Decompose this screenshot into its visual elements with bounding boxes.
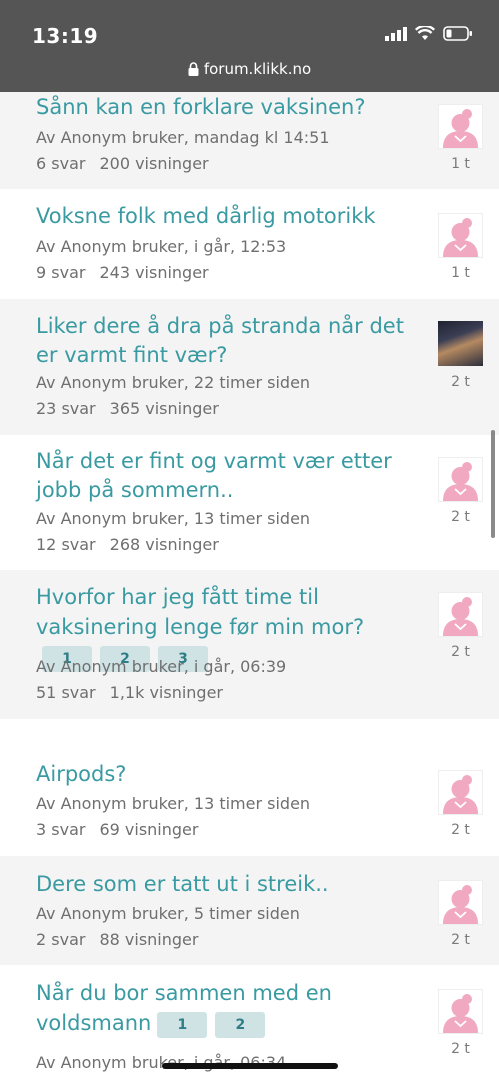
thread-stats: 23 svar 365 visninger xyxy=(36,399,219,418)
thread-item[interactable]: Hvorfor har jeg fått time til vaksinerin… xyxy=(0,570,499,719)
reply-count: 3 svar xyxy=(36,820,86,839)
default-user-avatar-icon xyxy=(438,457,483,502)
last-activity-age: 2 t xyxy=(451,822,470,838)
url-bar[interactable]: forum.klikk.no xyxy=(0,60,499,78)
home-indicator[interactable] xyxy=(162,1063,338,1069)
thread-item[interactable]: Airpods? Av Anonym bruker, 13 timer side… xyxy=(0,719,499,856)
last-activity-age: 2 t xyxy=(451,932,470,948)
page-link[interactable]: 2 xyxy=(215,1012,266,1038)
reply-count: 6 svar xyxy=(36,154,86,173)
reply-count: 23 svar xyxy=(36,399,96,418)
thread-author-meta: Av Anonym bruker, i går, 06:39 xyxy=(36,657,287,676)
last-activity-age: 2 t xyxy=(451,509,470,525)
default-user-avatar-icon xyxy=(438,770,483,815)
default-user-avatar-icon xyxy=(438,104,483,149)
url-text: forum.klikk.no xyxy=(203,60,312,78)
battery-icon xyxy=(443,26,472,41)
thread-item[interactable]: Når det er fint og varmt vær etter jobb … xyxy=(0,435,499,570)
thread-title[interactable]: Når du bor sammen med en voldsmann 1 2 xyxy=(36,978,356,1038)
thread-title-text: Hvorfor har jeg fått time til vaksinerin… xyxy=(36,585,365,639)
thread-author-meta: Av Anonym bruker, 5 timer siden xyxy=(36,904,300,923)
thread-title[interactable]: Liker dere å dra på stranda når det er v… xyxy=(36,312,428,370)
thread-title[interactable]: Airpods? xyxy=(36,760,428,789)
thread-author-meta: Av Anonym bruker, mandag kl 14:51 xyxy=(36,128,330,147)
view-count: 1,1k visninger xyxy=(109,683,223,702)
view-count: 365 visninger xyxy=(109,399,219,418)
lock-icon xyxy=(188,62,199,76)
thread-stats: 3 svar 69 visninger xyxy=(36,820,198,839)
thread-author-meta: Av Anonym bruker, 13 timer siden xyxy=(36,509,311,528)
last-activity-age: 2 t xyxy=(451,374,470,390)
default-user-avatar-icon xyxy=(438,213,483,258)
thread-stats: 2 svar 88 visninger xyxy=(36,930,198,949)
view-count: 200 visninger xyxy=(99,154,209,173)
thread-author-meta: Av Anonym bruker, 22 timer siden xyxy=(36,373,311,392)
system-icons xyxy=(385,26,473,41)
thread-item[interactable]: Liker dere å dra på stranda når det er v… xyxy=(0,299,499,435)
thread-item[interactable]: Voksne folk med dårlig motorikk Av Anony… xyxy=(0,189,499,299)
user-photo-avatar xyxy=(438,321,483,366)
view-count: 268 visninger xyxy=(109,535,219,554)
cellular-signal-icon xyxy=(385,26,407,41)
reply-count: 51 svar xyxy=(36,683,96,702)
default-user-avatar-icon xyxy=(438,989,483,1034)
view-count: 88 visninger xyxy=(99,930,199,949)
view-count: 69 visninger xyxy=(99,820,199,839)
last-activity-age: 2 t xyxy=(451,1041,470,1057)
thread-author-meta: Av Anonym bruker, 13 timer siden xyxy=(36,794,311,813)
default-user-avatar-icon xyxy=(438,880,483,925)
default-user-avatar-icon xyxy=(438,592,483,637)
status-time: 13:19 xyxy=(32,24,99,48)
thread-stats: 12 svar 268 visninger xyxy=(36,535,219,554)
page-links: 12 xyxy=(157,1012,266,1038)
thread-title[interactable]: Voksne folk med dårlig motorikk xyxy=(36,202,428,231)
thread-stats: 51 svar 1,1k visninger xyxy=(36,683,223,702)
thread-author-meta: Av Anonym bruker, i går, 12:53 xyxy=(36,237,287,256)
browser-status-bar: 13:19 forum.klikk.no xyxy=(0,0,499,92)
thread-item[interactable]: Dere som er tatt ut i streik.. Av Anonym… xyxy=(0,856,499,965)
reply-count: 12 svar xyxy=(36,535,96,554)
thread-stats: 9 svar 243 visninger xyxy=(36,263,209,282)
thread-title[interactable]: Sånn kan en forklare vaksinen? xyxy=(36,93,428,122)
thread-item[interactable]: Sånn kan en forklare vaksinen? Av Anonym… xyxy=(0,92,499,189)
thread-title[interactable]: Når det er fint og varmt vær etter jobb … xyxy=(36,447,428,505)
wifi-icon xyxy=(415,26,435,40)
last-activity-age: 1 t xyxy=(451,156,470,172)
page-link[interactable]: 1 xyxy=(157,1012,208,1038)
reply-count: 2 svar xyxy=(36,930,86,949)
view-count: 243 visninger xyxy=(99,263,209,282)
last-activity-age: 2 t xyxy=(451,644,470,660)
thread-stats: 6 svar 200 visninger xyxy=(36,154,209,173)
last-activity-age: 1 t xyxy=(451,265,470,281)
reply-count: 9 svar xyxy=(36,263,86,282)
scrollbar[interactable] xyxy=(491,430,495,538)
thread-title[interactable]: Dere som er tatt ut i streik.. xyxy=(36,870,428,899)
